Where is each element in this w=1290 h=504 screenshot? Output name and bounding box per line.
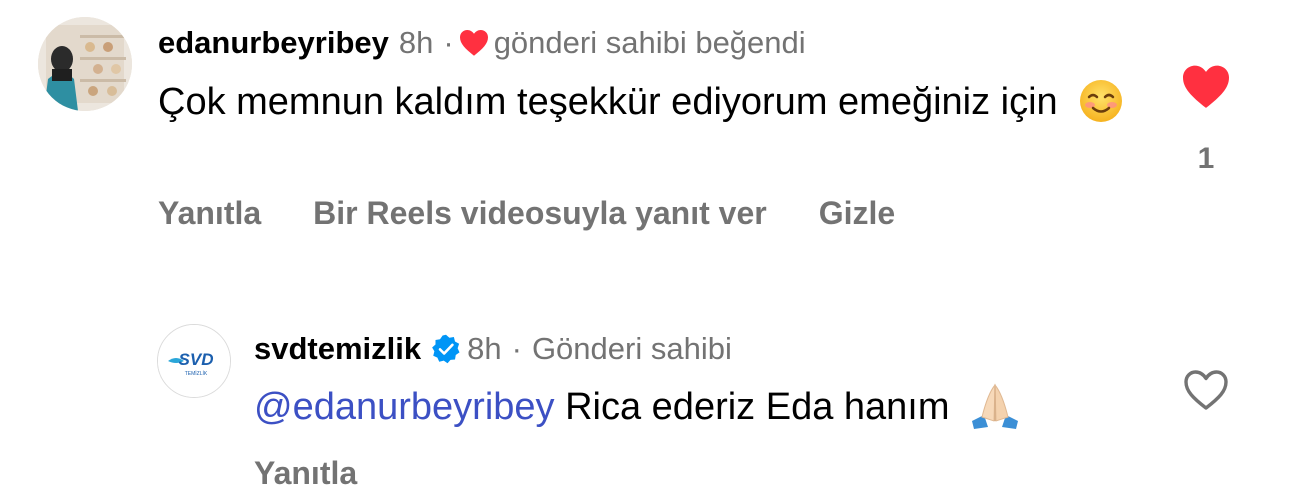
meta-separator: · (443, 25, 454, 60)
avatar-logo-subtext: TEMİZLİK (185, 370, 208, 377)
commenter-username[interactable]: edanurbeyribey (158, 25, 389, 61)
reply-username[interactable]: svdtemizlik (254, 331, 421, 367)
mention-link[interactable]: @edanurbeyribey (254, 386, 555, 428)
like-count[interactable]: 1 (1180, 142, 1232, 176)
hide-button[interactable]: Gizle (819, 195, 895, 232)
reply-author-avatar[interactable]: SVD TEMİZLİK (157, 324, 231, 398)
smiling-face-icon (1080, 79, 1123, 122)
reels-reply-button[interactable]: Bir Reels videosuyla yanıt ver (313, 195, 767, 232)
verified-badge-icon (432, 334, 460, 364)
reply-actions: Yanıtla (254, 455, 409, 492)
reply-button[interactable]: Yanıtla (158, 195, 261, 232)
heart-filled-icon (459, 29, 488, 56)
reply-text: Rica ederiz Eda hanım (565, 386, 950, 428)
reply-body: @edanurbeyribey Rica ederiz Eda hanım (254, 383, 1024, 431)
reply-header: svdtemizlik 8h · Gönderi sahibi (254, 326, 732, 372)
comment-header: edanurbeyribey 8h · gönderi sahibi beğen… (158, 20, 806, 66)
folded-hands-icon (972, 383, 1019, 429)
comment-body: Çok memnun kaldım teşekkür ediyorum emeğ… (158, 78, 1148, 126)
comment-actions: Yanıtla Bir Reels videosuyla yanıt ver G… (158, 195, 947, 232)
meta-separator: · (511, 331, 522, 366)
avatar-logo-text: SVD (179, 350, 214, 369)
comment-time: 8h (398, 25, 434, 60)
reply-to-reply-button[interactable]: Yanıtla (254, 455, 357, 491)
author-label: Gönderi sahibi (531, 331, 732, 366)
heart-outline-icon[interactable] (1182, 368, 1230, 412)
heart-filled-icon[interactable] (1180, 64, 1232, 110)
comment-text: Çok memnun kaldım teşekkür ediyorum emeğ… (158, 81, 1058, 123)
reply-time: 8h (467, 331, 502, 366)
liked-by-author-label: gönderi sahibi beğendi (493, 25, 806, 60)
commenter-avatar[interactable] (38, 17, 132, 111)
